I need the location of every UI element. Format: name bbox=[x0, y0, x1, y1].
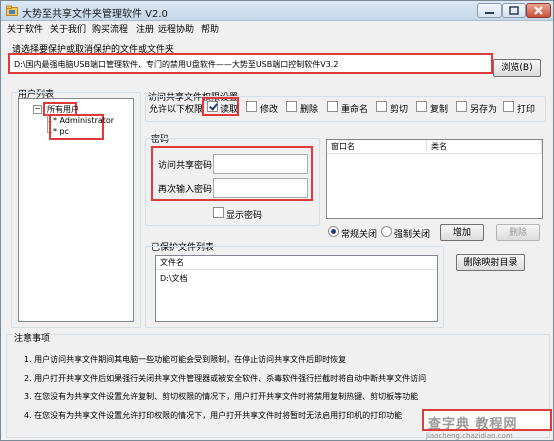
perm-delete-checkbox[interactable] bbox=[286, 101, 297, 112]
col-class-name[interactable]: 类名 bbox=[427, 140, 542, 154]
perm-print-label: 打印 bbox=[517, 105, 536, 115]
perm-modify-checkbox[interactable] bbox=[246, 101, 257, 112]
force-close-radio[interactable] bbox=[381, 226, 392, 237]
app-window: 大势至共享文件夹管理软件 V2.0 关于软件 关于我们 购买流程 注册 远程协助… bbox=[0, 0, 554, 441]
tree-user-pc[interactable]: * pc bbox=[53, 127, 69, 136]
path-highlight bbox=[8, 53, 493, 74]
perm-copy-label: 复制 bbox=[430, 105, 449, 115]
confirm-password-label: 再次输入密码 bbox=[158, 185, 213, 195]
app-icon bbox=[6, 5, 18, 16]
menu-about-us[interactable]: 关于我们 bbox=[50, 22, 86, 35]
tree-user-label: Administrator bbox=[59, 116, 115, 125]
col-file-name[interactable]: 文件名 bbox=[156, 256, 437, 270]
protected-file-item[interactable]: D:\文档 bbox=[160, 273, 188, 284]
perm-modify-label: 修改 bbox=[260, 105, 279, 115]
watermark-text: 查字典 教程网 bbox=[428, 417, 518, 432]
col-window-name[interactable]: 窗口名 bbox=[327, 140, 427, 154]
perm-read-checkbox[interactable] bbox=[207, 101, 218, 112]
collapse-icon[interactable]: − bbox=[33, 105, 42, 114]
note-3: 3. 在您没有为共享文件设置允许复制、剪切权限的情况下，用户打开共享文件时将禁用… bbox=[24, 392, 419, 401]
perm-read-label: 读取 bbox=[220, 105, 239, 115]
note-2: 2. 用户打开共享文件后如果强行关闭共享文件管理器或被安全软件、杀毒软件强行拦截… bbox=[24, 374, 427, 383]
access-password-input[interactable] bbox=[213, 154, 308, 174]
perm-cut-checkbox[interactable] bbox=[376, 101, 387, 112]
menu-remote-assist[interactable]: 远程协助 bbox=[158, 22, 194, 35]
menu-bar: 关于软件 关于我们 购买流程 注册 远程协助 帮助 bbox=[1, 21, 553, 35]
path-input[interactable] bbox=[13, 58, 489, 71]
note-4: 4. 在您没有为共享文件设置允许打印权限的情况下，用户打开共享文件时将暂时无法启… bbox=[24, 411, 403, 420]
normal-close-radio[interactable] bbox=[328, 226, 339, 237]
perm-print-checkbox[interactable] bbox=[503, 101, 514, 112]
perm-rename-checkbox[interactable] bbox=[327, 101, 338, 112]
perm-rename-label: 重命名 bbox=[341, 105, 369, 115]
force-close-label: 强制关闭 bbox=[394, 230, 431, 240]
note-1: 1. 用户访问共享文件期间其电脑一些功能可能会受到限制，在停止访问共享文件后即时… bbox=[24, 355, 347, 364]
window-class-list[interactable]: 窗口名 类名 bbox=[326, 139, 543, 219]
perm-saveas-checkbox[interactable] bbox=[456, 101, 467, 112]
minimize-icon bbox=[485, 12, 494, 14]
notes-label: 注意事项 bbox=[12, 331, 53, 344]
tree-line bbox=[47, 115, 48, 133]
maximize-icon bbox=[509, 6, 519, 15]
minimize-button[interactable] bbox=[477, 3, 502, 18]
show-password-label: 显示密码 bbox=[226, 211, 263, 221]
menu-purchase[interactable]: 购买流程 bbox=[92, 22, 128, 35]
add-button[interactable]: 增加 bbox=[440, 224, 484, 241]
tree-user-label: pc bbox=[59, 127, 70, 136]
confirm-password-input[interactable] bbox=[213, 178, 308, 198]
window-title: 大势至共享文件夹管理软件 V2.0 bbox=[22, 9, 168, 20]
protected-file-list[interactable]: 文件名 D:\文档 bbox=[155, 255, 438, 322]
watermark-url: jiaocheng.chazidian.com bbox=[426, 432, 513, 440]
menu-help[interactable]: 帮助 bbox=[201, 22, 219, 35]
watermark-frame: 查字典 教程网 bbox=[422, 409, 552, 432]
close-icon bbox=[534, 6, 543, 15]
tree-user-administrator[interactable]: * Administrator bbox=[53, 116, 114, 125]
browse-button[interactable]: 浏览(B) bbox=[493, 59, 541, 77]
perm-saveas-label: 另存为 bbox=[470, 105, 498, 115]
show-password-checkbox[interactable] bbox=[213, 207, 224, 218]
close-button[interactable] bbox=[526, 3, 551, 18]
maximize-button[interactable] bbox=[502, 3, 526, 18]
normal-close-label: 常规关闭 bbox=[341, 230, 378, 240]
access-password-label: 访问共享密码 bbox=[158, 161, 213, 171]
allow-label: 允许以下权限 bbox=[149, 105, 204, 115]
perm-delete-label: 删除 bbox=[300, 105, 319, 115]
title-bar[interactable]: 大势至共享文件夹管理软件 V2.0 bbox=[1, 1, 553, 21]
perm-copy-checkbox[interactable] bbox=[416, 101, 427, 112]
delete-button[interactable]: 删除 bbox=[496, 224, 540, 241]
menu-about-software[interactable]: 关于软件 bbox=[7, 22, 43, 35]
perm-cut-label: 剪切 bbox=[390, 105, 409, 115]
watermark-logo: 查字典 教程网 jiaocheng.chazidian.com bbox=[422, 409, 554, 441]
delete-mapping-button[interactable]: 删除映射目录 bbox=[456, 254, 525, 271]
menu-register[interactable]: 注册 bbox=[136, 22, 154, 35]
